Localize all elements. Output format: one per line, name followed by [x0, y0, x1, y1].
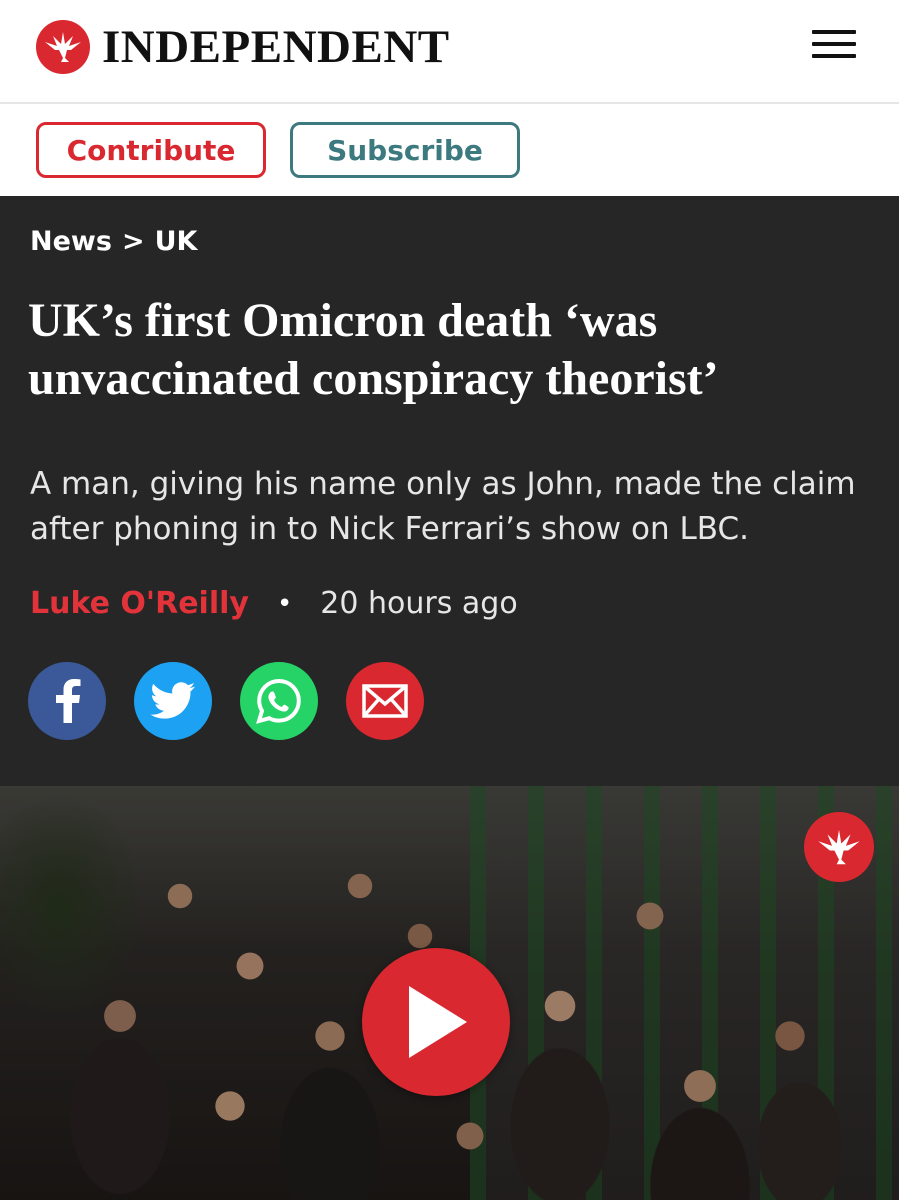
article-header: News > UK UK’s first Omicron death ‘was …	[0, 196, 899, 786]
email-icon	[362, 684, 408, 718]
contribute-button[interactable]: Contribute	[36, 122, 266, 178]
brand-wordmark: INDEPENDENT	[102, 21, 450, 73]
breadcrumb-uk-link[interactable]: UK	[155, 226, 198, 257]
article-standfirst: A man, giving his name only as John, mad…	[30, 466, 856, 547]
facebook-icon	[56, 679, 81, 723]
share-buttons	[28, 662, 424, 740]
play-icon	[409, 986, 467, 1058]
twitter-share-button[interactable]	[134, 662, 212, 740]
eagle-icon	[804, 812, 874, 882]
subscribe-button[interactable]: Subscribe	[290, 122, 520, 178]
article-video[interactable]	[0, 786, 899, 1200]
site-logo[interactable]: INDEPENDENT	[36, 20, 450, 74]
twitter-icon	[150, 682, 195, 719]
author-link[interactable]: Luke O'Reilly	[30, 586, 249, 621]
facebook-share-button[interactable]	[28, 662, 106, 740]
breadcrumb: News > UK	[30, 226, 197, 257]
email-share-button[interactable]	[346, 662, 424, 740]
byline: Luke O'Reilly • 20 hours ago	[30, 586, 518, 621]
breadcrumb-separator: >	[121, 226, 145, 257]
action-bar: Contribute Subscribe	[0, 104, 899, 196]
site-header: INDEPENDENT	[0, 0, 899, 104]
whatsapp-share-button[interactable]	[240, 662, 318, 740]
whatsapp-icon	[256, 678, 301, 724]
eagle-icon	[36, 20, 90, 74]
publish-time: 20 hours ago	[320, 586, 518, 621]
byline-separator: •	[276, 588, 293, 619]
play-button[interactable]	[362, 948, 510, 1096]
breadcrumb-news-link[interactable]: News	[30, 226, 112, 257]
hamburger-menu-icon[interactable]	[812, 30, 858, 60]
article-headline: UK’s first Omicron death ‘was unvaccinat…	[28, 294, 719, 405]
